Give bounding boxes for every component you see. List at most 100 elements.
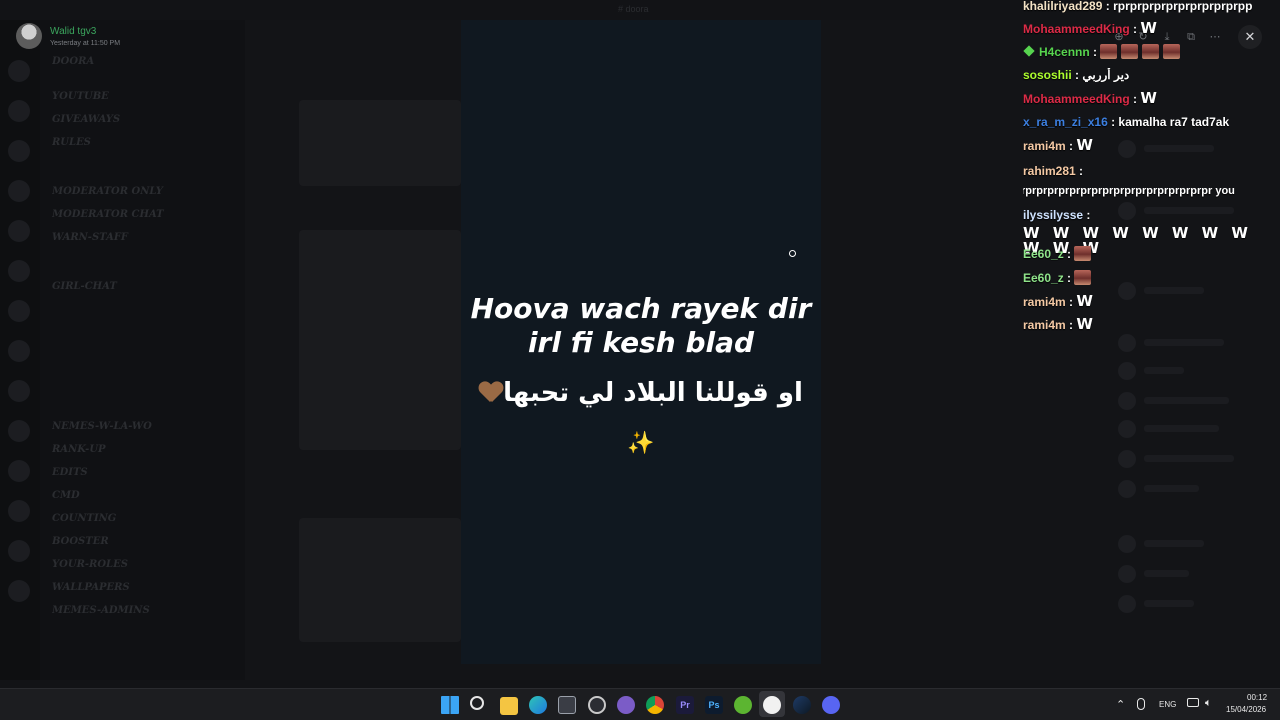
app-icon[interactable] [588,696,606,714]
channel-item[interactable]: NEMES-W-LA-WO [52,421,237,437]
chat-text: kamalha ra7 tad7ak [1118,115,1230,129]
chrome-icon[interactable] [646,696,664,714]
file-explorer-icon[interactable] [500,697,518,715]
steam-icon[interactable] [793,696,811,714]
channel-item[interactable]: MODERATOR ONLY [52,186,237,202]
member-item[interactable] [1118,565,1268,583]
server-icon[interactable] [8,340,30,362]
chat-message: Ee60_z : [1023,270,1280,285]
chat-username: x_ra_m_zi_x16 [1023,115,1108,129]
language-indicator[interactable]: ENG [1159,700,1176,709]
chat-username: H4cennn [1039,45,1090,59]
member-item[interactable] [1118,535,1268,553]
channel-item[interactable]: COUNTING [52,513,237,529]
photoshop-icon[interactable]: Ps [705,696,723,714]
clock-time[interactable]: 00:12 [1247,693,1267,702]
utorrent-icon[interactable] [734,696,752,714]
server-icon[interactable] [8,380,30,402]
server-icon[interactable] [8,260,30,282]
emote-icon [1121,44,1139,59]
channel-item[interactable]: MODERATOR CHAT [52,209,237,225]
channel-item[interactable]: CMD [52,490,237,506]
server-icon[interactable] [8,220,30,242]
chat-app-icon[interactable] [617,696,635,714]
channel-item[interactable]: RANK-UP [52,444,237,460]
uploader-name[interactable]: Walid tgv3 [50,26,96,37]
member-item[interactable] [1118,480,1268,498]
chat-username: ilyssilysse [1023,208,1084,222]
avatar[interactable] [16,23,42,49]
channel-item[interactable]: BOOSTER [52,536,237,552]
video-preview [299,230,461,450]
member-item[interactable] [1118,450,1268,468]
server-icon[interactable] [8,60,30,82]
member-name-placeholder [1144,540,1204,547]
media-player-icon[interactable] [763,696,781,714]
channel-item[interactable]: YOUR-ROLES [52,559,237,575]
chevron-up-icon[interactable]: ⌃ [1116,698,1125,711]
live-chat-overlay: khalilriyad289 : rprprprprprprprprprprpp… [1016,0,1280,336]
member-name-placeholder [1144,425,1219,432]
chat-message: H4cennn : [1023,44,1280,59]
brown-heart-icon [479,381,503,403]
channel-item[interactable]: WARN-STAFF [52,232,237,248]
server-icon[interactable] [8,300,30,322]
search-icon[interactable] [470,696,484,710]
video-caption-arabic-text: او قوللنا البلاد لي تحبها [503,378,803,408]
chat-text: W [1140,91,1157,106]
chat-username: khalilriyad289 [1023,0,1103,13]
member-name-placeholder [1144,367,1184,374]
server-icon[interactable] [8,140,30,162]
member-item[interactable] [1118,392,1268,410]
channel-item[interactable]: MEMES-ADMINS [52,605,237,621]
chat-message: Ee60_z : [1023,246,1280,261]
edge-browser-icon[interactable] [529,696,547,714]
server-icon[interactable] [8,460,30,482]
video-caption-arabic: او قوللنا البلاد لي تحبها [461,376,821,410]
microphone-icon[interactable] [1137,698,1145,710]
channel-item[interactable]: GIRL-CHAT [52,281,237,297]
chat-text: W [1076,294,1093,309]
video-caption-latin: Hoova wach rayek dir irl fi kesh blad [461,292,821,360]
channel-item[interactable]: EDITS [52,467,237,483]
server-icon[interactable] [8,180,30,202]
server-icon[interactable] [8,580,30,602]
screen: DOORA YOUTUBE GIVEAWAYS RULES MODERATOR … [0,0,1280,720]
channel-item[interactable]: RULES [52,137,237,153]
moderator-diamond-icon [1023,45,1035,57]
server-icon[interactable] [8,500,30,522]
server-icon[interactable] [8,420,30,442]
channel-item[interactable]: GIVEAWAYS [52,114,237,130]
emote-icon [1074,246,1092,261]
member-item[interactable] [1118,595,1268,613]
member-name-placeholder [1144,397,1229,404]
discord-icon[interactable] [822,696,840,714]
system-tray: ⌃ ENG 🔈︎ 00:12 15/04/2026 [1110,688,1280,720]
channel-item[interactable]: YOUTUBE [52,91,237,107]
member-item[interactable] [1118,362,1268,380]
channel-item[interactable]: DOORA [52,56,237,72]
avatar [1118,480,1136,498]
windows-start-icon[interactable] [441,696,459,714]
avatar [1118,392,1136,410]
store-icon[interactable] [558,696,576,714]
member-item[interactable] [1118,334,1268,352]
channel-list: DOORA YOUTUBE GIVEAWAYS RULES MODERATOR … [40,20,245,680]
premiere-icon[interactable]: Pr [676,696,694,714]
avatar [1118,595,1136,613]
server-icon[interactable] [8,100,30,122]
video-player[interactable]: Hoova wach rayek dir irl fi kesh blad او… [461,20,821,664]
network-icon[interactable] [1187,698,1199,707]
member-name-placeholder [1144,570,1189,577]
volume-icon[interactable]: 🔈︎ [1205,697,1212,710]
emote-icon [1074,270,1092,285]
clock-date[interactable]: 15/04/2026 [1226,705,1266,714]
taskbar [0,688,1280,720]
channel-item[interactable]: WALLPAPERS [52,582,237,598]
chat-username: rami4m [1023,295,1066,309]
chat-message: rami4m : W [1023,138,1093,153]
avatar [1118,565,1136,583]
member-item[interactable] [1118,420,1268,438]
server-icon[interactable] [8,540,30,562]
avatar [1118,362,1136,380]
